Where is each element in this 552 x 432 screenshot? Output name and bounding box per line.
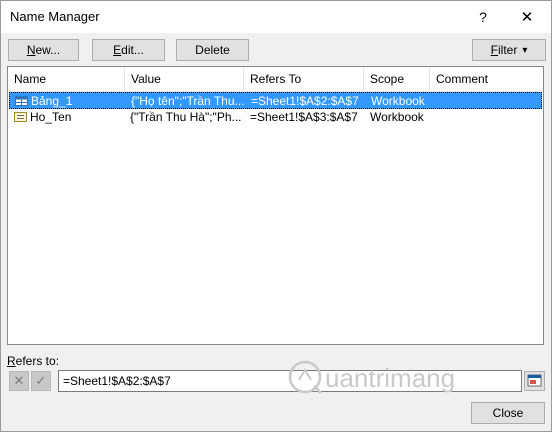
row-value: {"Trần Thu Hà";"Ph...: [130, 110, 242, 124]
table-name-icon: [15, 96, 28, 106]
row-name: Bảng_1: [31, 94, 73, 108]
row-comment: [436, 109, 536, 126]
filter-button[interactable]: Filter ▾: [472, 39, 546, 61]
column-header-name[interactable]: Name: [8, 67, 125, 91]
close-button[interactable]: Close: [471, 402, 545, 424]
delete-button[interactable]: Delete: [176, 39, 249, 61]
cancel-icon: ✕: [13, 373, 25, 388]
close-window-button[interactable]: ✕: [505, 1, 549, 32]
close-icon: ✕: [520, 8, 534, 26]
row-comment: [437, 93, 537, 110]
column-header-refers-to[interactable]: Refers To: [244, 67, 364, 91]
collapse-dialog-button[interactable]: [524, 371, 545, 391]
names-list[interactable]: Name Value Refers To Scope Comment Bảng_…: [7, 66, 544, 345]
table-row[interactable]: Ho_Ten {"Trần Thu Hà";"Ph... =Sheet1!$A$…: [9, 109, 542, 126]
refers-to-label: Refers to:: [7, 354, 60, 368]
checkmark-icon: ✓: [35, 373, 47, 388]
refers-to-input[interactable]: [58, 370, 522, 392]
chevron-down-icon: ▾: [522, 44, 528, 56]
column-header-scope[interactable]: Scope: [364, 67, 430, 91]
name-manager-dialog: Name Manager ? ✕ New... Edit... Delete F…: [0, 0, 552, 432]
edit-button[interactable]: Edit...: [92, 39, 165, 61]
row-name: Ho_Ten: [30, 110, 72, 124]
row-refers-to: =Sheet1!$A$3:$A$7: [250, 110, 358, 124]
cancel-edit-button[interactable]: ✕: [9, 371, 29, 391]
refers-to-bar: ✕ ✓: [7, 370, 547, 392]
column-header-value[interactable]: Value: [125, 67, 244, 91]
row-refers-to: =Sheet1!$A$2:$A$7: [251, 94, 359, 108]
row-scope: Workbook: [371, 94, 425, 108]
row-value: {"Họ tên";"Trần Thu...: [131, 94, 245, 108]
dialog-title: Name Manager: [10, 9, 100, 24]
help-icon: ?: [479, 8, 487, 25]
title-bar: Name Manager ? ✕: [1, 1, 551, 33]
confirm-edit-button[interactable]: ✓: [31, 371, 51, 391]
table-row[interactable]: Bảng_1 {"Họ tên";"Trần Thu... =Sheet1!$A…: [9, 92, 542, 109]
row-scope: Workbook: [370, 110, 424, 124]
defined-name-icon: [14, 112, 27, 122]
range-select-icon: [527, 374, 542, 387]
new-button[interactable]: New...: [8, 39, 79, 61]
column-header-comment[interactable]: Comment: [430, 67, 543, 91]
list-header: Name Value Refers To Scope Comment: [8, 67, 543, 92]
help-button[interactable]: ?: [461, 1, 505, 32]
